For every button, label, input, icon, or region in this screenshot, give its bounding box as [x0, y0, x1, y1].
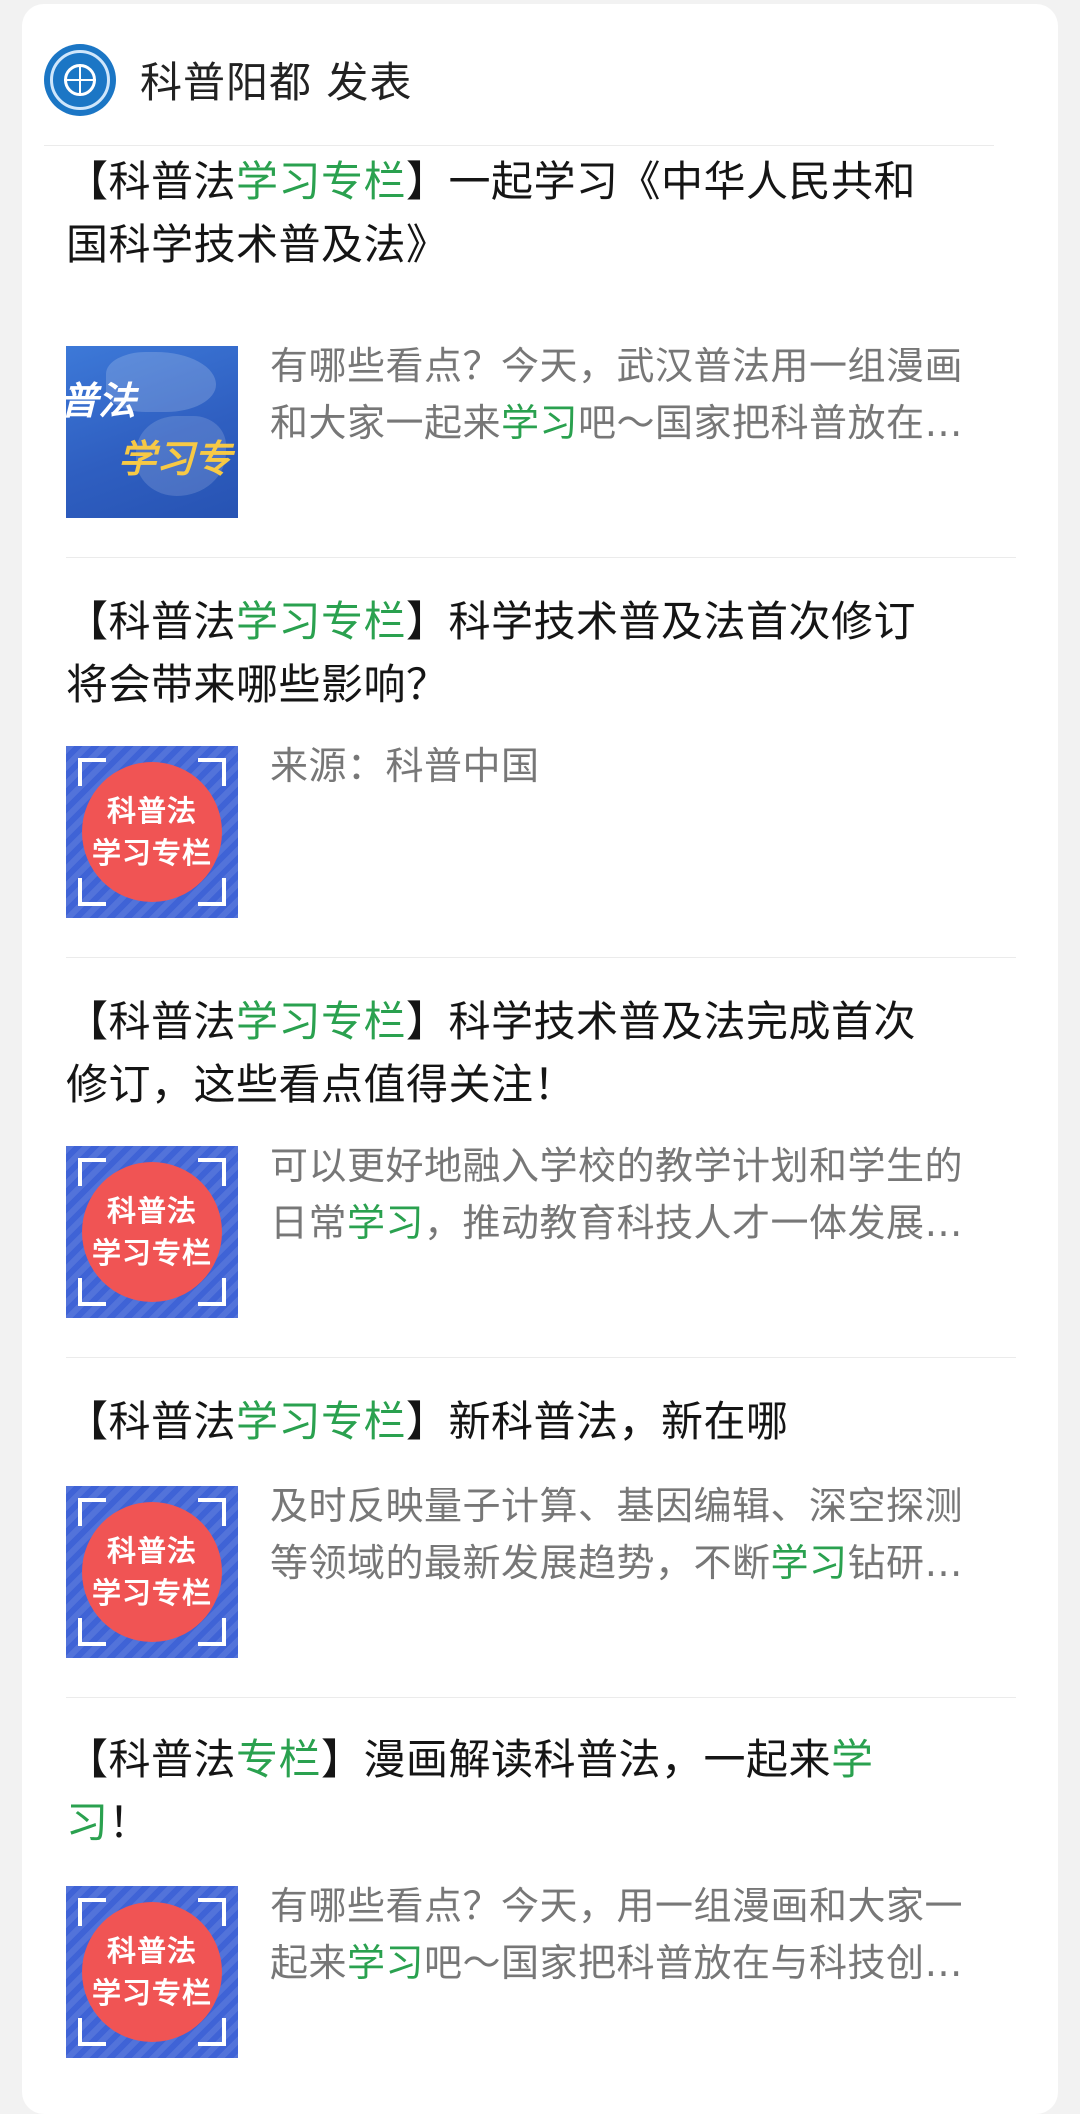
article-item[interactable]: 【科普法学习专栏】一起学习《中华人民共和 国科学技术普及法》 普法 学习专 有哪些… [44, 150, 1016, 558]
article-summary: 来源：科普中国 [270, 744, 540, 788]
article-title[interactable]: 【科普法学习专栏】科学技术普及法首次修订 将会带来哪些影响？ [66, 590, 1026, 716]
account-name: 科普阳都 发表 [140, 58, 413, 107]
article-item[interactable]: 【科普法学习专栏】科学技术普及法完成首次 修订，这些看点值得关注！ 科普法 学习专… [44, 990, 1016, 1358]
thumbnail-text: 学习专栏 [91, 1576, 212, 1610]
thumbnail-text: 学习专栏 [91, 1236, 212, 1270]
article-summary: 有哪些看点？今天，用一组漫画和大家一 起来学习吧～国家把科普放在与科技创… [270, 1884, 964, 1985]
account-header[interactable]: 科普阳都 发表 [44, 40, 994, 146]
thumbnail-text: 科普法 [106, 794, 197, 828]
article-summary: 及时反映量子计算、基因编辑、深空探测 等领域的最新发展趋势，不断学习钻研… [270, 1484, 964, 1585]
article-summary: 有哪些看点？今天，武汉普法用一组漫画 和大家一起来学习吧～国家把科普放在… [270, 344, 964, 445]
article-item[interactable]: 【科普法专栏】漫画解读科普法，一起来学 习！ 科普法 学习专栏 有哪些看点？今天，… [44, 1728, 1016, 2096]
article-summary: 可以更好地融入学校的教学计划和学生的 日常学习，推动教育科技人才一体发展… [270, 1144, 964, 1245]
thumbnail-text: 学习专 [118, 437, 233, 481]
article-title[interactable]: 【科普法学习专栏】一起学习《中华人民共和 国科学技术普及法》 [66, 150, 1026, 276]
article-item[interactable]: 【科普法学习专栏】新科普法，新在哪 科普法 学习专栏 及时反映量子计算、基因编辑… [44, 1390, 1016, 1698]
thumbnail-text: 普法 [66, 379, 137, 423]
article-thumbnail[interactable]: 科普法 学习专栏 [66, 1886, 238, 2058]
divider [66, 1357, 1016, 1358]
thumbnail-text: 科普法 [106, 1534, 197, 1568]
article-title[interactable]: 【科普法学习专栏】科学技术普及法完成首次 修订，这些看点值得关注！ [66, 990, 1026, 1116]
article-thumbnail[interactable]: 科普法 学习专栏 [66, 746, 238, 918]
divider [66, 557, 1016, 558]
article-thumbnail[interactable]: 普法 学习专 [66, 346, 238, 518]
thumbnail-text: 学习专栏 [91, 836, 212, 870]
thumbnail-text: 科普法 [106, 1934, 197, 1968]
article-item[interactable]: 【科普法学习专栏】科学技术普及法首次修订 将会带来哪些影响？ 科普法 学习专栏 来… [44, 590, 1016, 958]
article-title[interactable]: 【科普法专栏】漫画解读科普法，一起来学 习！ [66, 1728, 1026, 1854]
thumbnail-text: 学习专栏 [91, 1976, 212, 2010]
thumbnail-text: 科普法 [106, 1194, 197, 1228]
organization-logo-icon [44, 43, 116, 116]
article-thumbnail[interactable]: 科普法 学习专栏 [66, 1146, 238, 1318]
divider [66, 1697, 1016, 1698]
article-title[interactable]: 【科普法学习专栏】新科普法，新在哪 [66, 1390, 1026, 1453]
divider [66, 957, 1016, 958]
article-thumbnail[interactable]: 科普法 学习专栏 [66, 1486, 238, 1658]
